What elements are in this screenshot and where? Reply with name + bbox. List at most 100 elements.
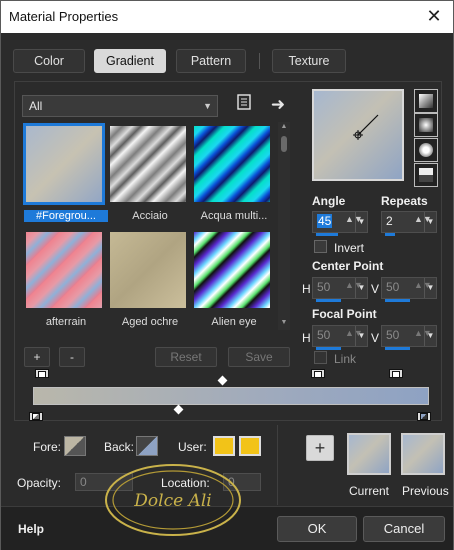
- focal-h-slider-indicator: [316, 347, 341, 350]
- previous-label: Previous: [402, 484, 449, 498]
- gradient-stop-top-mid[interactable]: [311, 369, 325, 385]
- radial-style-icon: [419, 168, 433, 182]
- user-color-button[interactable]: [213, 436, 235, 456]
- center-v-label: V: [371, 282, 380, 296]
- fore-label: Fore:: [33, 440, 62, 454]
- chevron-down-icon[interactable]: ▼: [355, 278, 367, 298]
- remove-gradient-button[interactable]: -: [59, 347, 85, 367]
- center-h-value[interactable]: 50: [317, 280, 330, 294]
- gradient-thumb-acqua-multi[interactable]: Acqua multi...: [192, 124, 272, 222]
- gradient-thumb-acciaio[interactable]: Acciaio: [108, 124, 188, 222]
- link-label: Link: [334, 352, 357, 366]
- library-scrollbar[interactable]: ▲ ▼: [278, 122, 290, 330]
- angle-slider-indicator: [316, 233, 338, 236]
- gradient-name: Acqua multi...: [200, 210, 268, 222]
- sunburst-style-button[interactable]: [414, 138, 438, 162]
- gradient-name: Alien eye: [211, 316, 257, 328]
- gradient-swatch: [194, 232, 270, 308]
- invert-label: Invert: [334, 241, 365, 255]
- repeats-label: Repeats: [381, 194, 428, 208]
- gradient-thumb-foreground[interactable]: #Foregrou...: [23, 123, 108, 222]
- watermark-text: Dolce Ali: [133, 491, 211, 511]
- focal-h-spinner[interactable]: 50 ▲▼ ▼: [312, 325, 368, 350]
- gradient-name: afterrain: [45, 316, 87, 328]
- back-color-button[interactable]: [136, 436, 158, 456]
- chevron-down-icon[interactable]: ▼: [424, 326, 436, 346]
- category-value: All: [29, 99, 43, 113]
- focal-v-spinner[interactable]: 50 ▲▼ ▼: [381, 325, 437, 350]
- repeats-value[interactable]: 2: [386, 214, 393, 228]
- resource-manager-icon[interactable]: [233, 94, 255, 116]
- close-icon[interactable]: ✕: [423, 5, 445, 27]
- material-properties-dialog: Material Properties ✕ Color Gradient Pat…: [0, 0, 454, 550]
- center-v-value[interactable]: 50: [386, 280, 399, 294]
- stop-swatch: [38, 371, 46, 378]
- arrow-right-icon[interactable]: ➜: [267, 94, 289, 116]
- invert-checkbox[interactable]: [314, 240, 327, 253]
- focal-v-value[interactable]: 50: [386, 328, 399, 342]
- angle-spinner[interactable]: 45 ▲▼ ▼: [312, 211, 368, 236]
- focal-h-label: H: [302, 331, 311, 345]
- chevron-down-icon[interactable]: ▼: [424, 278, 436, 298]
- gradient-preview[interactable]: [312, 89, 404, 181]
- stop-swatch: [314, 371, 322, 378]
- scroll-down-icon[interactable]: ▼: [278, 319, 290, 329]
- gradient-thumb-afterrain[interactable]: afterrain: [24, 230, 104, 328]
- tab-color[interactable]: Color: [13, 49, 85, 73]
- gradient-swatch: [110, 126, 186, 202]
- focal-point-label: Focal Point: [312, 307, 377, 321]
- back-label: Back:: [104, 440, 135, 454]
- ok-button[interactable]: OK: [277, 516, 357, 542]
- cancel-button[interactable]: Cancel: [363, 516, 445, 542]
- gradient-thumb-alien-eye[interactable]: Alien eye: [192, 230, 272, 328]
- sunburst-style-icon: [419, 143, 433, 157]
- gradient-stop-top-right[interactable]: [389, 369, 403, 385]
- gradient-name: Aged ochre: [121, 316, 179, 328]
- focal-h-value[interactable]: 50: [317, 328, 330, 342]
- center-h-spinner[interactable]: 50 ▲▼ ▼: [312, 277, 368, 302]
- previous-swatch[interactable]: [401, 433, 445, 475]
- center-point-label: Center Point: [312, 259, 384, 273]
- stop-swatch: [420, 413, 428, 420]
- stop-swatch: [32, 413, 40, 420]
- radial-style-button[interactable]: [414, 163, 438, 187]
- add-gradient-button[interactable]: +: [24, 347, 50, 367]
- tab-texture[interactable]: Texture: [272, 49, 346, 73]
- fore-color-button[interactable]: [64, 436, 86, 456]
- tab-gradient[interactable]: Gradient: [94, 49, 166, 73]
- gradient-editor-bar[interactable]: [33, 387, 429, 405]
- reset-button[interactable]: Reset: [155, 347, 217, 367]
- gradient-stop-bottom-left[interactable]: [29, 405, 43, 421]
- save-button[interactable]: Save: [228, 347, 290, 367]
- chevron-down-icon[interactable]: ▼: [424, 212, 436, 232]
- user-color-swatch[interactable]: [239, 436, 261, 456]
- rectangular-style-icon: [419, 118, 433, 132]
- gradient-name: #Foregrou...: [24, 210, 108, 222]
- chevron-down-icon: ▼: [203, 101, 212, 111]
- help-link[interactable]: Help: [18, 522, 44, 536]
- gradient-stop-top-left[interactable]: [35, 369, 49, 385]
- add-stop-button[interactable]: +: [306, 435, 334, 461]
- center-h-label: H: [302, 282, 311, 296]
- scroll-up-icon[interactable]: ▲: [278, 123, 290, 133]
- angle-handle-icon: [353, 114, 379, 140]
- center-v-spinner[interactable]: 50 ▲▼ ▼: [381, 277, 437, 302]
- opacity-value[interactable]: 0: [80, 475, 87, 489]
- gradient-swatch: [194, 126, 270, 202]
- scrollbar-thumb[interactable]: [281, 136, 287, 152]
- focal-v-label: V: [371, 331, 380, 345]
- opacity-label: Opacity:: [17, 476, 62, 490]
- angle-value[interactable]: 45: [317, 214, 333, 228]
- gradient-thumb-aged-ochre[interactable]: Aged ochre: [108, 230, 188, 328]
- repeats-spinner[interactable]: 2 ▲▼ ▼: [381, 211, 437, 236]
- current-swatch: [347, 433, 391, 475]
- gradient-stop-bottom-right[interactable]: [417, 405, 431, 421]
- link-checkbox[interactable]: [314, 351, 327, 364]
- chevron-down-icon[interactable]: ▼: [355, 212, 367, 232]
- chevron-down-icon[interactable]: ▼: [355, 326, 367, 346]
- gradient-category-select[interactable]: All ▼: [22, 95, 218, 117]
- angle-label: Angle: [312, 194, 346, 208]
- linear-style-button[interactable]: [414, 89, 438, 113]
- tab-pattern[interactable]: Pattern: [176, 49, 246, 73]
- rectangular-style-button[interactable]: [414, 113, 438, 137]
